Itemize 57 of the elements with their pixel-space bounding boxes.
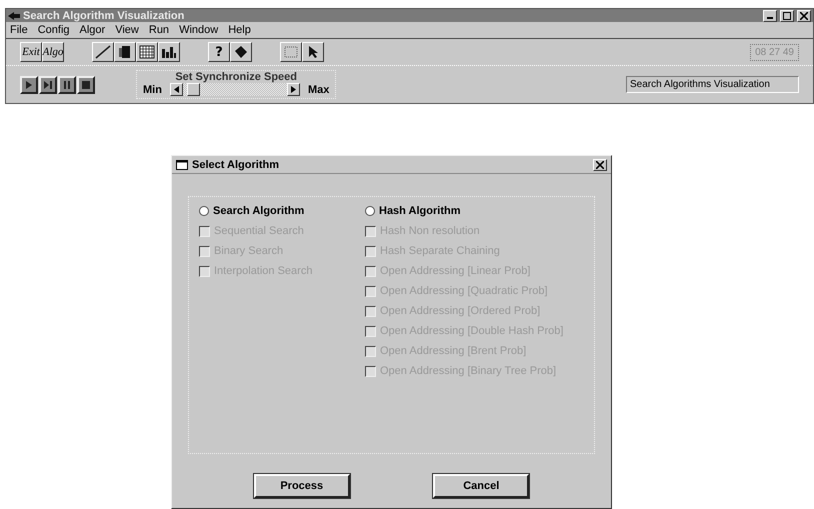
close-button[interactable] [797,10,811,22]
menu-item[interactable]: View [115,24,139,36]
pointer-icon [307,45,319,59]
radio-button[interactable] [199,206,209,216]
status-field: Search Algorithms Visualization [626,76,799,93]
bar-chart-icon [161,45,177,59]
app-icon [8,10,20,20]
left-arrow-icon[interactable] [174,86,179,93]
toolbar-button[interactable]: Exit [20,42,42,62]
step-icon [44,80,52,88]
option-label: Search Algorithm [213,205,304,217]
minimize-button[interactable] [763,10,777,22]
menu-item[interactable]: Run [148,24,170,36]
group-title: Set Synchronize Speed [175,71,297,83]
window-title: Search Algorithm Visualization [23,10,186,22]
menu-item[interactable]: Window [179,24,218,36]
menu-item[interactable]: Config [38,24,70,36]
maximize-button[interactable] [780,10,794,22]
menu-item[interactable]: Help [228,24,251,36]
window-icon [176,160,188,170]
dotted-square-icon [283,45,299,59]
toolbar-button[interactable] [114,42,136,62]
toolbar-button[interactable] [136,42,158,62]
slider-thumb[interactable] [186,83,200,96]
toolbar-button[interactable] [280,42,302,62]
option-label: Hash Algorithm [379,205,460,217]
clock: 08 27 49 [750,44,799,60]
transport-button[interactable] [39,76,57,94]
dialog-button[interactable]: Cancel [433,474,530,498]
diagonal-line-icon [95,45,111,59]
close-icon [596,160,604,168]
min-label: Min [143,84,162,96]
toolbar-button[interactable] [230,42,252,62]
menu-item[interactable]: Algor [80,24,106,36]
radio-button[interactable] [365,206,375,216]
stop-icon [82,80,90,88]
minimize-icon [767,17,773,19]
dialog-button[interactable]: Process [254,474,350,498]
menu-item[interactable]: File [10,24,28,36]
transport-button[interactable] [77,76,95,94]
toolbar-button[interactable] [92,42,114,62]
max-label: Max [308,84,330,96]
pause-icon [63,80,71,88]
maximize-icon [783,12,791,20]
transport-button[interactable] [58,76,76,94]
right-arrow-icon[interactable] [290,86,296,93]
close-icon [800,12,808,20]
close-button[interactable] [593,158,607,170]
toolbar-button[interactable] [302,42,324,62]
speed-slider[interactable] [170,83,300,96]
toolbar-button[interactable] [158,42,180,62]
grid-icon [139,45,155,59]
dialog-title: Select Algorithm [192,158,280,170]
toolbar-button[interactable]: ? [208,42,230,62]
transport-button[interactable] [20,76,38,94]
toolbar-button[interactable]: Algo [42,42,64,62]
play-icon [25,80,33,88]
